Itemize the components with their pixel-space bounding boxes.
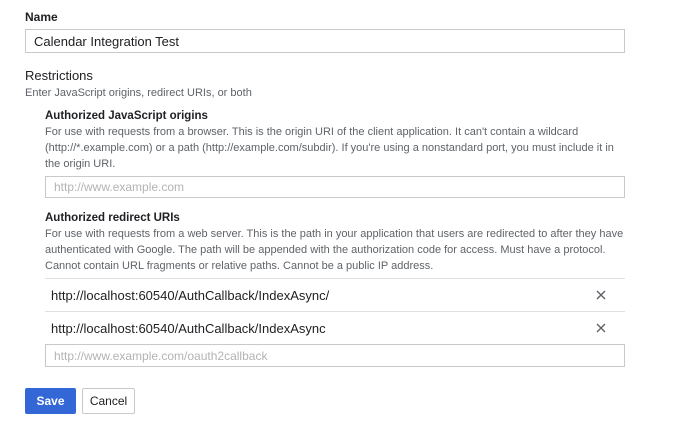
redirect-uris-help-line: Cannot contain URL fragments or relative… xyxy=(45,260,434,272)
js-origin-input[interactable] xyxy=(45,176,625,198)
js-origins-help-line: (http://*.example.com) or a path (http:/… xyxy=(45,142,614,154)
close-icon[interactable] xyxy=(591,318,611,338)
save-button[interactable]: Save xyxy=(25,388,76,414)
js-origins-help-line: the origin URI. xyxy=(45,158,116,170)
redirect-uris-help-line: For use with requests from a web server.… xyxy=(45,228,624,240)
redirect-uris-help-line: authenticated with Google. The path will… xyxy=(45,244,606,256)
redirect-uris-title: Authorized redirect URIs xyxy=(45,212,180,224)
redirect-uris-help: For use with requests from a web server.… xyxy=(45,226,665,274)
name-input[interactable] xyxy=(25,29,625,53)
js-origins-help-line: For use with requests from a browser. Th… xyxy=(45,126,579,138)
name-label: Name xyxy=(25,10,58,24)
js-origins-title: Authorized JavaScript origins xyxy=(45,110,208,122)
redirect-uri-row: http://localhost:60540/AuthCallback/Inde… xyxy=(45,278,625,311)
restrictions-title: Restrictions xyxy=(25,68,93,83)
cancel-button[interactable]: Cancel xyxy=(82,388,135,414)
close-icon[interactable] xyxy=(591,285,611,305)
restrictions-subtitle: Enter JavaScript origins, redirect URIs,… xyxy=(25,87,252,99)
js-origins-help: For use with requests from a browser. Th… xyxy=(45,124,665,172)
redirect-uri-text: http://localhost:60540/AuthCallback/Inde… xyxy=(51,287,330,303)
redirect-uri-input[interactable] xyxy=(45,344,625,367)
redirect-uri-text: http://localhost:60540/AuthCallback/Inde… xyxy=(51,320,326,336)
redirect-uri-list: http://localhost:60540/AuthCallback/Inde… xyxy=(45,278,625,344)
redirect-uri-row: http://localhost:60540/AuthCallback/Inde… xyxy=(45,311,625,344)
